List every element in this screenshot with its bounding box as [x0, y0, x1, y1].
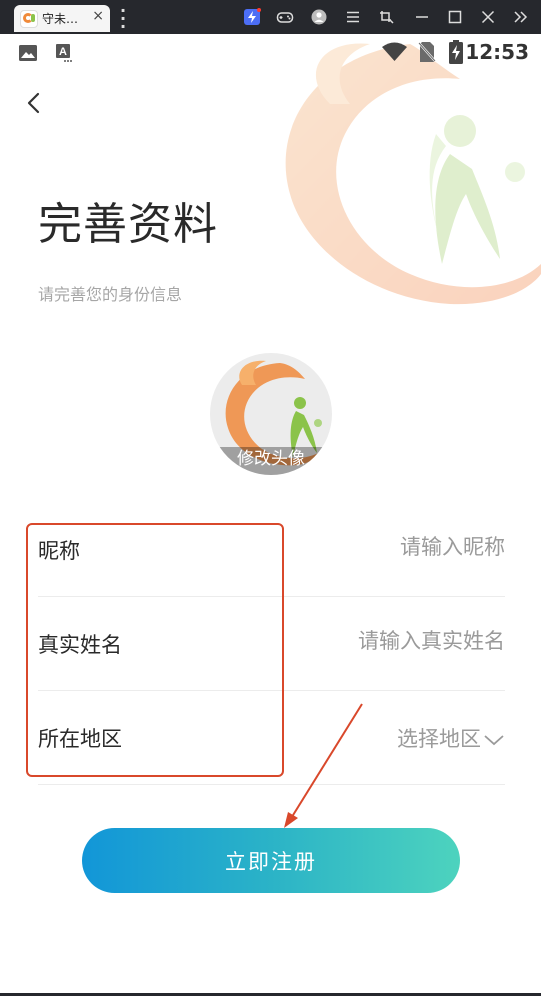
background-logo-watermark — [285, 43, 541, 305]
text-a-icon: A — [56, 44, 72, 62]
red-arrow-annotation — [284, 703, 363, 828]
tab-title: 守未… — [42, 12, 79, 26]
page-title: 完善资料 — [38, 199, 218, 250]
avatar-upload[interactable]: 修改头像 — [210, 353, 332, 475]
highlight-box-annotation — [26, 523, 284, 777]
back-arrow-icon[interactable] — [20, 86, 50, 120]
svg-text:A: A — [59, 46, 67, 58]
avatar-caption: 修改头像 — [210, 447, 332, 475]
region-select-text: 选择地区 — [397, 727, 481, 751]
emulator-title-bar: 守未… × · · · — [0, 0, 541, 35]
gamepad-icon[interactable] — [276, 8, 294, 26]
register-button[interactable]: 立即注册 — [82, 828, 460, 893]
android-status-bar: A 12:53 — [0, 34, 541, 70]
tab-close-button[interactable]: × — [92, 8, 104, 24]
region-select[interactable]: 选择地区 — [397, 723, 505, 753]
wifi-icon — [382, 42, 407, 61]
minimize-icon[interactable] — [413, 8, 431, 26]
double-chevron-icon[interactable] — [512, 8, 530, 26]
screenshot-icon[interactable] — [378, 8, 396, 26]
user-circle-icon[interactable] — [310, 8, 328, 26]
more-vertical-icon[interactable]: · · · — [120, 3, 126, 35]
chevron-down-icon — [484, 735, 504, 746]
close-icon[interactable] — [479, 8, 497, 26]
nickname-input[interactable] — [265, 535, 505, 559]
app-tab[interactable]: 守未… × — [14, 5, 110, 32]
image-icon — [19, 45, 37, 61]
menu-icon[interactable] — [344, 8, 362, 26]
page-subtitle: 请完善您的身份信息 — [38, 285, 183, 304]
lightning-icon[interactable] — [243, 8, 261, 26]
no-sim-icon — [418, 42, 436, 62]
battery-charging-icon — [449, 40, 463, 64]
maximize-icon[interactable] — [446, 8, 464, 26]
real-name-input[interactable] — [265, 629, 505, 653]
app-logo-icon — [20, 10, 38, 28]
status-time: 12:53 — [465, 40, 529, 64]
